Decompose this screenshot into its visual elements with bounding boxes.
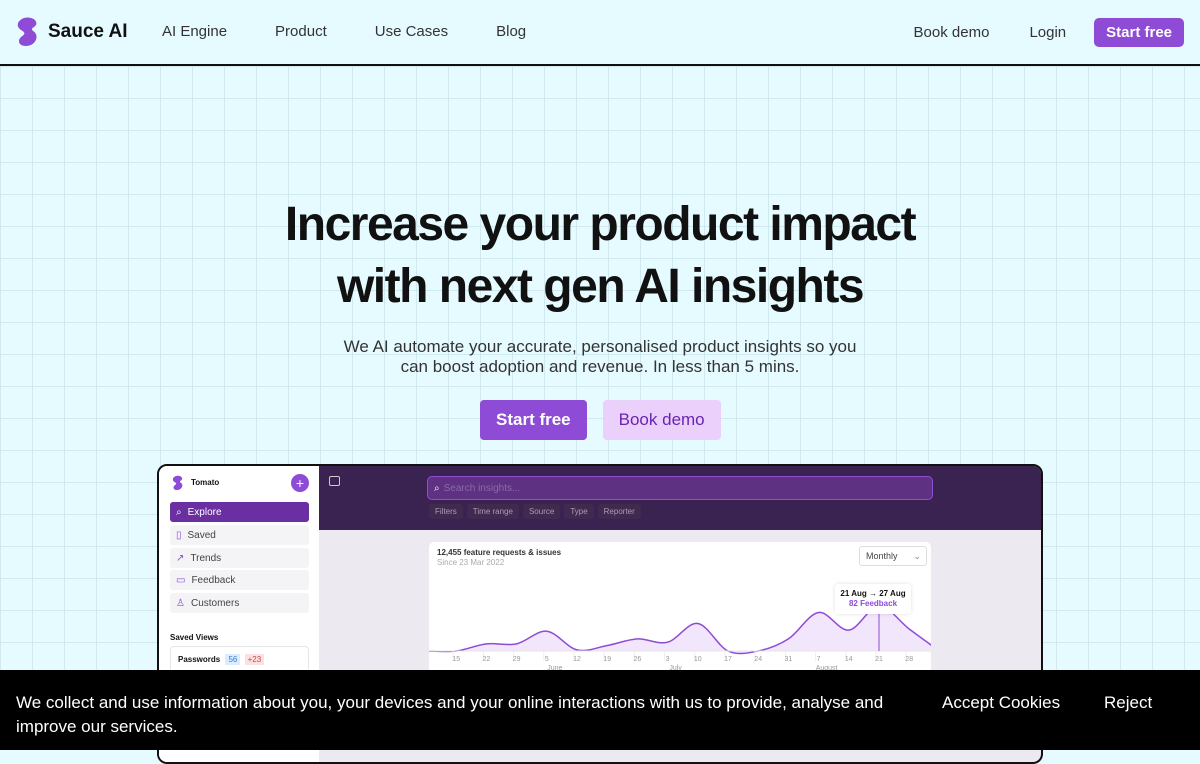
tick-label: 5	[545, 656, 549, 663]
tooltip: 21 Aug → 27 Aug 82 Feedback	[835, 584, 911, 614]
add-button[interactable]: +	[291, 474, 309, 492]
cookie-text: We collect and use information about you…	[16, 693, 884, 736]
tick-label: 14	[845, 656, 853, 663]
app-topbar: ⌕ Search insights... Filters Time range S…	[319, 466, 1041, 530]
sidebar-item-trends[interactable]: ↗ Trends	[170, 548, 309, 568]
tick-label: 28	[905, 656, 913, 663]
chevron-down-icon: ⌄	[913, 551, 921, 561]
bookmark-icon: ▯	[176, 529, 182, 541]
card-title: 12,455 feature requests & issues	[437, 548, 562, 557]
tick-label: 22	[483, 656, 491, 663]
filter-source[interactable]: Source	[522, 504, 561, 519]
workspace-logo-icon	[172, 475, 183, 490]
trend-icon: ↗	[176, 552, 185, 564]
tick-label: 17	[724, 656, 732, 663]
sauce-logo-icon	[17, 17, 37, 46]
tick-label: 3	[666, 656, 670, 663]
hero-book-demo-button[interactable]: Book demo	[602, 400, 721, 440]
count-badge: 56	[225, 654, 241, 665]
tick-label: 24	[754, 656, 762, 663]
hero-start-free-button[interactable]: Start free	[480, 400, 587, 440]
tick-label: 19	[603, 656, 611, 663]
sidebar-toggle-icon[interactable]	[329, 476, 340, 486]
nav-use-cases[interactable]: Use Cases	[375, 23, 448, 40]
tick-label: 10	[694, 656, 702, 663]
hero-subtitle: We AI automate your accurate, personalis…	[343, 337, 857, 376]
tick-label: 12	[573, 656, 581, 663]
nav-ai-engine[interactable]: AI Engine	[162, 23, 227, 40]
hero-title: Increase your product impact with next ge…	[284, 198, 917, 313]
start-free-button[interactable]: Start free	[1094, 18, 1184, 47]
search-icon: ⌕	[176, 506, 182, 518]
card-subtitle: Since 23 Mar 2022	[437, 558, 505, 567]
sidebar-item-customers[interactable]: ♙ Customers	[170, 593, 309, 613]
workspace-name: Tomato	[191, 478, 220, 487]
period-select[interactable]: Monthly ⌄	[859, 546, 927, 566]
brand-logo[interactable]: Sauce AI	[16, 17, 128, 47]
cookie-banner: We collect and use information about you…	[0, 670, 1200, 750]
brand-name: Sauce AI	[48, 21, 128, 42]
nav-product[interactable]: Product	[275, 23, 327, 40]
tick-label: 29	[513, 656, 521, 663]
tick-label: 7	[817, 656, 821, 663]
search-input[interactable]: ⌕ Search insights...	[427, 476, 933, 500]
top-nav: Sauce AI AI Engine Product Use Cases Blo…	[0, 0, 1200, 66]
filter-type[interactable]: Type	[564, 504, 594, 519]
nav-blog[interactable]: Blog	[496, 23, 526, 40]
sidebar-item-explore[interactable]: ⌕ Explore	[170, 502, 309, 522]
tick-label: 21	[875, 656, 883, 663]
login-link[interactable]: Login	[1029, 24, 1066, 41]
sidebar-item-feedback[interactable]: ▭ Feedback	[170, 570, 309, 590]
user-icon: ♙	[176, 597, 185, 609]
search-icon: ⌕	[434, 482, 440, 494]
inbox-icon: ▭	[176, 574, 186, 586]
sidebar-item-saved[interactable]: ▯ Saved	[170, 525, 309, 545]
tick-label: 26	[634, 656, 642, 663]
filter-reporter[interactable]: Reporter	[597, 504, 641, 519]
saved-views-title: Saved Views	[170, 633, 219, 642]
book-demo-link[interactable]: Book demo	[914, 24, 990, 41]
delta-badge: +23	[244, 654, 265, 665]
tick-label: 15	[452, 656, 460, 663]
filter-filters[interactable]: Filters	[429, 504, 463, 519]
accept-cookies-button[interactable]: Accept Cookies	[942, 691, 1060, 715]
filter-time-range[interactable]: Time range	[466, 504, 519, 519]
reject-button[interactable]: Reject	[1104, 691, 1152, 715]
tick-label: 31	[785, 656, 793, 663]
